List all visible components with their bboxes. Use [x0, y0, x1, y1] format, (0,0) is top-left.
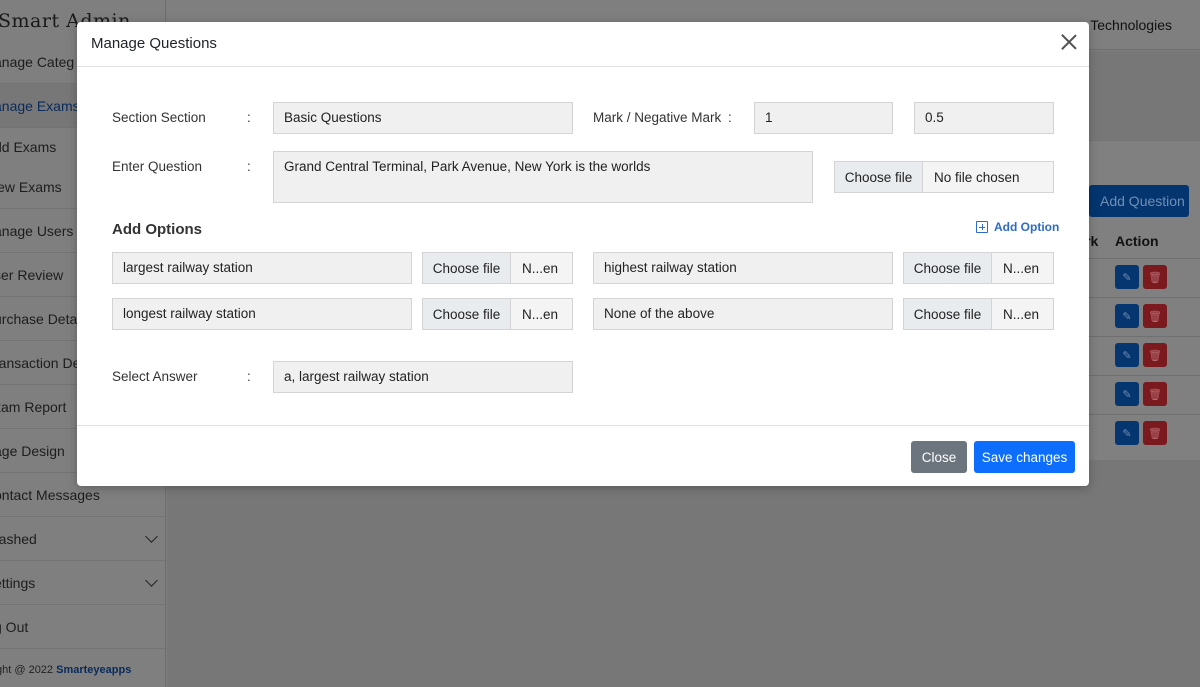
colon: : — [247, 159, 251, 174]
close-button[interactable]: Close — [911, 441, 967, 473]
edit-icon[interactable]: ✎ — [1115, 304, 1139, 328]
edit-icon[interactable]: ✎ — [1115, 421, 1139, 445]
option-file-input-b[interactable]: Choose file N...en — [903, 252, 1054, 284]
copyright-text: ght @ 2022 Smarteyeapps — [0, 664, 131, 676]
trash-icon[interactable]: 🗑 — [1143, 304, 1167, 328]
edit-icon[interactable]: ✎ — [1115, 343, 1139, 367]
copyright-prefix: ght @ 2022 — [0, 664, 57, 676]
add-question-button[interactable]: Add Question — [1089, 185, 1189, 217]
add-options-heading: Add Options — [112, 221, 202, 238]
answer-select[interactable]: a, largest railway station — [273, 361, 573, 393]
option-field-d[interactable]: None of the above — [593, 298, 893, 330]
mark-field[interactable]: 1 — [754, 102, 893, 134]
trash-icon[interactable]: 🗑 — [1143, 265, 1167, 289]
sidebar-item-label: xam Report — [0, 398, 67, 415]
choose-file-button[interactable]: Choose file — [423, 253, 511, 283]
option-field-a[interactable]: largest railway station — [112, 252, 412, 284]
sidebar-item-label: anage Exams — [0, 97, 80, 114]
question-textarea[interactable]: Grand Central Terminal, Park Avenue, New… — [273, 151, 813, 203]
choose-file-button[interactable]: Choose file — [423, 299, 511, 329]
sidebar-item-trashed[interactable]: rashed — [0, 517, 165, 561]
choose-file-button[interactable]: Choose file — [904, 299, 992, 329]
section-label: Section Section — [112, 110, 206, 125]
sidebar-item-label: ser Review — [0, 266, 64, 283]
sidebar-item-label: anage Categ — [0, 53, 75, 70]
trash-icon[interactable]: 🗑 — [1143, 421, 1167, 445]
sidebar-item-log-out[interactable]: g Out — [0, 605, 165, 649]
sidebar-item-label: ontact Messages — [0, 486, 100, 503]
chevron-down-icon — [145, 573, 158, 587]
chevron-down-icon — [145, 529, 158, 543]
row-divider — [1085, 297, 1200, 298]
trash-icon[interactable]: 🗑 — [1143, 343, 1167, 367]
file-status: No file chosen — [934, 169, 1020, 185]
answer-label: Select Answer — [112, 369, 198, 384]
modal-header: Manage Questions — [77, 22, 1089, 67]
question-file-input[interactable]: Choose file No file chosen — [834, 161, 1054, 193]
row-divider — [1085, 375, 1200, 376]
section-field[interactable]: Basic Questions — [273, 102, 573, 134]
column-header-action: Action — [1115, 233, 1159, 249]
save-changes-button[interactable]: Save changes — [974, 441, 1075, 473]
edit-icon[interactable]: ✎ — [1115, 382, 1139, 406]
sidebar-item-settings[interactable]: ettings — [0, 561, 165, 605]
choose-file-button[interactable]: Choose file — [904, 253, 992, 283]
colon: : — [728, 110, 732, 125]
file-status: N...en — [522, 306, 559, 322]
modal-footer: Close Save changes — [77, 425, 1089, 486]
option-file-input-d[interactable]: Choose file N...en — [903, 298, 1054, 330]
modal-title: Manage Questions — [91, 35, 217, 52]
manage-questions-modal: Manage Questions Section Section : Basic… — [77, 22, 1089, 486]
sidebar-item-label: ransaction De — [0, 354, 81, 371]
mark-label: Mark / Negative Mark — [593, 110, 722, 125]
plus-square-icon — [976, 221, 988, 233]
close-icon[interactable] — [1061, 34, 1077, 50]
option-file-input-a[interactable]: Choose file N...en — [422, 252, 573, 284]
add-option-link[interactable]: Add Option — [976, 220, 1059, 234]
copyright-link[interactable]: Smarteyeapps — [56, 664, 131, 676]
choose-file-button[interactable]: Choose file — [835, 162, 923, 192]
file-status: N...en — [1003, 306, 1040, 322]
edit-icon[interactable]: ✎ — [1115, 265, 1139, 289]
sidebar-item-label: g Out — [0, 618, 29, 635]
colon: : — [247, 110, 251, 125]
option-field-c[interactable]: longest railway station — [112, 298, 412, 330]
sidebar-item-label: anage Users — [0, 222, 74, 239]
row-divider — [1085, 414, 1200, 415]
row-divider — [1085, 258, 1200, 259]
option-file-input-c[interactable]: Choose file N...en — [422, 298, 573, 330]
sidebar-item-label: urchase Deta — [0, 310, 78, 327]
sidebar-item-label: age Design — [0, 442, 65, 459]
file-status: N...en — [1003, 260, 1040, 276]
file-status: N...en — [522, 260, 559, 276]
sidebar-item-label: iew Exams — [0, 178, 62, 195]
question-label: Enter Question — [112, 159, 203, 174]
option-field-b[interactable]: highest railway station — [593, 252, 893, 284]
trash-icon[interactable]: 🗑 — [1143, 382, 1167, 406]
negative-mark-field[interactable]: 0.5 — [914, 102, 1054, 134]
sidebar-item-label: dd Exams — [0, 138, 57, 155]
sidebar-item-label: ettings — [0, 574, 36, 591]
row-divider — [1085, 336, 1200, 337]
company-name: e Technologies — [1078, 17, 1172, 33]
colon: : — [247, 369, 251, 384]
add-option-label: Add Option — [994, 220, 1060, 234]
sidebar-item-label: rashed — [0, 530, 37, 547]
